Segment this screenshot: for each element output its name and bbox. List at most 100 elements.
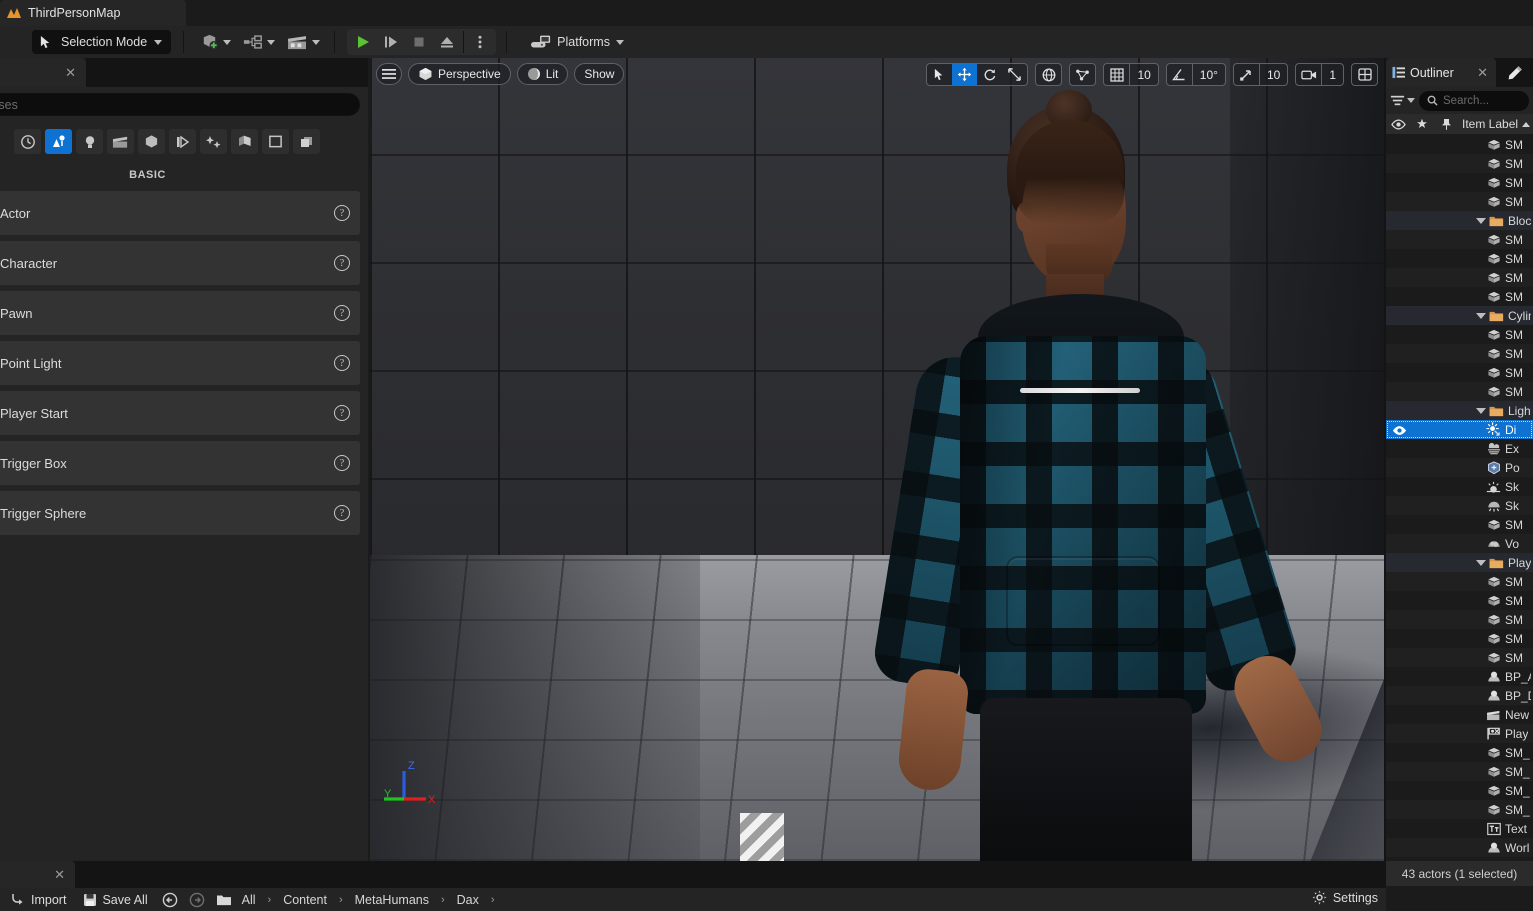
translate-tool[interactable] xyxy=(952,63,977,86)
project-tab[interactable]: ThirdPersonMap xyxy=(0,0,186,26)
view-mode-button[interactable]: Lit xyxy=(517,63,569,85)
help-icon[interactable]: ? xyxy=(334,405,350,421)
blueprints-button[interactable] xyxy=(237,29,281,55)
outliner-actor-row[interactable]: Sk xyxy=(1386,496,1533,515)
cinematic-category[interactable] xyxy=(107,129,134,154)
all-classes-category[interactable] xyxy=(231,129,258,154)
breadcrumb-item[interactable]: Content xyxy=(281,893,329,907)
play-button[interactable] xyxy=(349,30,377,54)
place-actors-tab[interactable]: ctors ✕ xyxy=(0,58,86,87)
close-icon[interactable]: ✕ xyxy=(65,66,76,79)
panel-category[interactable] xyxy=(262,129,289,154)
outliner-actor-row[interactable]: Vo xyxy=(1386,534,1533,553)
breadcrumb-item[interactable]: MetaHumans xyxy=(353,893,431,907)
list-item[interactable]: Actor ? xyxy=(0,191,360,235)
outliner-actor-row[interactable]: SM xyxy=(1386,363,1533,382)
outliner-actor-row[interactable]: Sk xyxy=(1386,477,1533,496)
close-icon[interactable]: ✕ xyxy=(54,868,65,881)
outliner-folder-row[interactable]: Play xyxy=(1386,553,1533,572)
outliner-actor-row[interactable]: SM xyxy=(1386,629,1533,648)
outliner-actor-row[interactable]: Text xyxy=(1386,819,1533,838)
breadcrumb-item[interactable]: Dax xyxy=(455,893,481,907)
pin-column-header[interactable] xyxy=(1434,118,1458,131)
stop-button[interactable] xyxy=(405,30,433,54)
path-folder-icon-button[interactable] xyxy=(213,889,235,910)
outliner-actor-row[interactable]: SM xyxy=(1386,648,1533,667)
list-item[interactable]: Point Light ? xyxy=(0,341,360,385)
lights-category[interactable] xyxy=(76,129,103,154)
outliner-search-input[interactable]: Search... xyxy=(1419,91,1529,111)
outliner-actor-row[interactable]: SM xyxy=(1386,287,1533,306)
scale-tool[interactable] xyxy=(1002,63,1027,86)
coordinate-space-button[interactable] xyxy=(1035,63,1062,86)
outliner-actor-row[interactable]: SM xyxy=(1386,192,1533,211)
outliner-actor-row[interactable]: BP_D xyxy=(1386,686,1533,705)
help-icon[interactable]: ? xyxy=(334,255,350,271)
outliner-actor-row[interactable]: New xyxy=(1386,705,1533,724)
outliner-actor-row[interactable]: SM xyxy=(1386,249,1533,268)
content-browser-settings-button[interactable]: Settings xyxy=(1312,890,1378,905)
outliner-actor-row[interactable]: SM_ xyxy=(1386,762,1533,781)
help-icon[interactable]: ? xyxy=(334,205,350,221)
outliner-tree[interactable]: SMSMSMSMBlocSMSMSMSMCylinSMSMSMSMLightDi… xyxy=(1386,135,1533,886)
camera-mode-button[interactable]: Perspective xyxy=(408,63,511,85)
help-icon[interactable]: ? xyxy=(334,305,350,321)
content-browser-tab[interactable]: Browser ✕ xyxy=(0,861,75,888)
viewport-layout-button[interactable] xyxy=(1351,63,1378,86)
platforms-button[interactable]: Platforms xyxy=(523,29,632,55)
outliner-actor-row[interactable]: SM_ xyxy=(1386,743,1533,762)
expand-collapse-triangle-icon[interactable] xyxy=(1476,408,1486,414)
outliner-actor-row[interactable]: SM xyxy=(1386,154,1533,173)
rotate-tool[interactable] xyxy=(977,63,1002,86)
list-item[interactable]: Pawn ? xyxy=(0,291,360,335)
grid-snap-control[interactable]: 10 xyxy=(1103,63,1158,86)
outliner-actor-row[interactable]: Di xyxy=(1386,420,1533,439)
add-actor-button[interactable] xyxy=(194,29,237,55)
expand-collapse-triangle-icon[interactable] xyxy=(1476,313,1486,319)
breadcrumb-item[interactable]: All xyxy=(240,893,258,907)
outliner-actor-row[interactable]: Ex xyxy=(1386,439,1533,458)
show-menu-button[interactable]: Show xyxy=(574,63,624,85)
list-item[interactable]: Character ? xyxy=(0,241,360,285)
outliner-actor-row[interactable]: Play xyxy=(1386,724,1533,743)
volumes-category[interactable] xyxy=(200,129,227,154)
outliner-actor-row[interactable]: SM xyxy=(1386,268,1533,287)
close-icon[interactable]: ✕ xyxy=(1477,66,1488,79)
recently-placed-category[interactable] xyxy=(14,129,41,154)
visibility-column-header[interactable] xyxy=(1386,119,1410,130)
viewport-menu-button[interactable] xyxy=(376,63,402,85)
surface-snap-button[interactable] xyxy=(1069,63,1096,86)
geometry-category[interactable] xyxy=(169,129,196,154)
basic-category[interactable] xyxy=(45,129,72,154)
outliner-actor-row[interactable]: BP_A xyxy=(1386,667,1533,686)
outliner-actor-row[interactable]: SM xyxy=(1386,344,1533,363)
outliner-actor-row[interactable]: SM xyxy=(1386,591,1533,610)
list-item[interactable]: Trigger Sphere ? xyxy=(0,491,360,535)
camera-speed-control[interactable]: 1 xyxy=(1295,63,1344,86)
list-item[interactable]: Player Start ? xyxy=(0,391,360,435)
outliner-actor-row[interactable]: SM xyxy=(1386,382,1533,401)
eject-button[interactable] xyxy=(433,30,461,54)
outliner-actor-row[interactable]: Worl xyxy=(1386,838,1533,857)
forward-button[interactable] xyxy=(186,889,208,910)
select-tool[interactable] xyxy=(927,63,952,86)
outliner-actor-row[interactable]: SM_ xyxy=(1386,800,1533,819)
scale-snap-control[interactable]: 10 xyxy=(1233,63,1288,86)
expand-collapse-triangle-icon[interactable] xyxy=(1476,560,1486,566)
outliner-folder-row[interactable]: Light xyxy=(1386,401,1533,420)
place-actors-search-input[interactable]: n Classes xyxy=(0,93,360,116)
help-icon[interactable]: ? xyxy=(334,505,350,521)
back-button[interactable] xyxy=(159,889,181,910)
outliner-actor-row[interactable]: SM xyxy=(1386,230,1533,249)
visual-effects-category[interactable] xyxy=(138,129,165,154)
outliner-actor-row[interactable]: SM xyxy=(1386,610,1533,629)
help-icon[interactable]: ? xyxy=(334,355,350,371)
outliner-actor-row[interactable]: SM xyxy=(1386,325,1533,344)
outliner-folder-row[interactable]: Cylin xyxy=(1386,306,1533,325)
outliner-actor-row[interactable]: SM xyxy=(1386,515,1533,534)
rotation-snap-value[interactable]: 10° xyxy=(1192,63,1225,86)
outliner-tab[interactable]: Outliner ✕ xyxy=(1386,58,1496,87)
rotation-snap-control[interactable]: 10° xyxy=(1166,63,1226,86)
outliner-actor-row[interactable]: SM xyxy=(1386,572,1533,591)
level-viewport[interactable]: Perspective Lit Show xyxy=(370,58,1384,861)
